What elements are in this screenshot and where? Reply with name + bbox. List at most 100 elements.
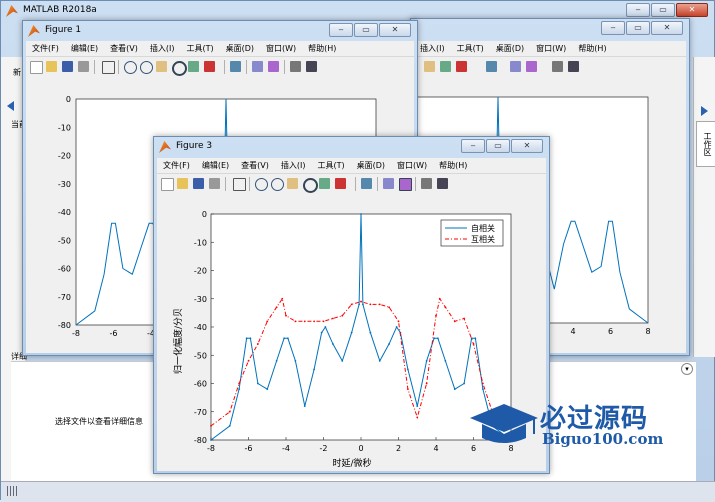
fig1-menu-file[interactable]: 文件(F) [26,41,65,56]
fig1-colorbar-icon[interactable] [252,61,263,72]
maximize-button[interactable]: ▭ [651,3,675,17]
fig2-hide-icon[interactable] [552,61,563,72]
data-point-crosscorr [369,303,372,306]
main-title: MATLAB R2018a [23,5,97,15]
graduation-cap-icon [470,404,538,443]
minimize-button[interactable]: ‒ [626,3,650,17]
fig3-save-icon[interactable] [193,178,204,189]
fig2-menu-insert[interactable]: 插入(I) [414,41,451,56]
fig1-close-button[interactable]: ✕ [379,23,411,37]
data-point-crosscorr [378,303,381,306]
fig3-menu-view[interactable]: 查看(V) [235,158,275,173]
fig2-pan-icon[interactable] [424,61,435,72]
fig2-legend-icon[interactable] [526,61,537,72]
details-collapse-icon[interactable]: ▾ [681,363,693,375]
fig3-menu-file[interactable]: 文件(F) [157,158,196,173]
fig1-hide-icon[interactable] [290,61,301,72]
fig2-menu-help[interactable]: 帮助(H) [572,41,612,56]
data-point-autocorr [266,388,269,391]
data-point-autocorr [324,326,327,328]
fig1-open-icon[interactable] [46,61,57,72]
forward-arrow-icon[interactable] [701,106,708,116]
fig2-colorbar-icon[interactable] [510,61,521,72]
fig3-colorbar-icon[interactable] [383,178,394,189]
fig3-legend-icon[interactable] [399,178,412,191]
fig2-brush-icon[interactable] [456,61,467,72]
fig3-brush-icon[interactable] [335,178,346,189]
fig1-menu-window[interactable]: 窗口(W) [260,41,302,56]
fig2-menu-tools[interactable]: 工具(T) [451,41,490,56]
matlab-logo-icon [6,5,18,17]
fig3-link-icon[interactable] [361,178,372,189]
fig3-menu-edit[interactable]: 编辑(E) [196,158,235,173]
fig1-menu-desktop[interactable]: 桌面(D) [220,41,260,56]
fig3-menu-help[interactable]: 帮助(H) [433,158,473,173]
data-point-autocorr [303,405,306,407]
fig3-menu-window[interactable]: 窗口(W) [391,158,433,173]
data-point-crosscorr [444,306,447,309]
close-button[interactable]: ✕ [676,3,708,17]
fig1-pan-icon[interactable] [156,61,167,72]
data-point-autocorr [320,331,323,334]
fig1-y-tick-label: -30 [58,180,71,189]
fig1-link-icon[interactable] [230,61,241,72]
fig3-hide-icon[interactable] [421,178,432,189]
fig3-close-button[interactable]: ✕ [511,139,543,153]
fig3-zoom-out-icon[interactable] [271,178,284,191]
fig1-zoom-out-icon[interactable] [140,61,153,74]
data-point-crosscorr [256,343,259,345]
fig2-link-icon[interactable] [486,61,497,72]
fig1-legend-icon[interactable] [268,61,279,72]
fig3-rotate-icon[interactable] [303,178,318,193]
fig3-menu-insert[interactable]: 插入(I) [275,158,312,173]
fig2-close-button[interactable]: ✕ [651,21,683,35]
fig1-save-icon[interactable] [62,61,73,72]
fig3-new-icon[interactable] [161,178,174,191]
fig1-maximize-button[interactable]: ▭ [354,23,378,37]
fig1-menu-help[interactable]: 帮助(H) [302,41,342,56]
data-point-crosscorr [281,297,284,300]
fig1-zoom-in-icon[interactable] [124,61,137,74]
fig1-rotate-icon[interactable] [172,61,187,76]
fig3-pan-icon[interactable] [287,178,298,189]
fig1-menu-tools[interactable]: 工具(T) [180,41,219,56]
fig1-menu-edit[interactable]: 编辑(E) [65,41,104,56]
fig1-new-icon[interactable] [30,61,43,74]
fig1-menu-insert[interactable]: 插入(I) [144,41,181,56]
fig3-print-icon[interactable] [209,178,220,189]
x-tick-label: -6 [245,444,253,453]
fig2-maximize-button[interactable]: ▭ [626,21,650,35]
workspace-tab[interactable]: 工作区 [696,121,715,167]
fig2-minimize-button[interactable]: ‒ [601,21,625,35]
fig3-menu-desktop[interactable]: 桌面(D) [351,158,391,173]
data-point-crosscorr [275,306,278,309]
fig3-datatip-icon[interactable] [319,178,330,189]
fig3-show-icon[interactable] [437,178,448,189]
fig1-pointer-icon[interactable] [102,61,115,74]
x-tick-label: -8 [207,444,215,453]
figure3-menubar: 文件(F) 编辑(E) 查看(V) 插入(I) 工具(T) 桌面(D) 窗口(W… [157,158,546,173]
fig2-menu-window[interactable]: 窗口(W) [530,41,572,56]
fig1-menu-view[interactable]: 查看(V) [104,41,144,56]
fig1-show-icon[interactable] [306,61,317,72]
fig2-menu-desktop[interactable]: 桌面(D) [490,41,530,56]
fig3-minimize-button[interactable]: ‒ [461,139,485,153]
fig1-print-icon[interactable] [78,61,89,72]
fig3-pointer-icon[interactable] [233,178,246,191]
y-tick-label: -30 [194,295,207,304]
x-tick-label: 2 [396,444,401,453]
data-point-crosscorr [388,306,391,309]
fig2-show-icon[interactable] [568,61,579,72]
y-tick-label: 0 [202,210,207,219]
fig3-maximize-button[interactable]: ▭ [486,139,510,153]
back-arrow-icon[interactable] [7,101,14,111]
fig2-datatip-icon[interactable] [440,61,451,72]
fig3-menu-tools[interactable]: 工具(T) [311,158,350,173]
fig3-open-icon[interactable] [177,178,188,189]
fig1-minimize-button[interactable]: ‒ [329,23,353,37]
fig1-brush-icon[interactable] [204,61,215,72]
figure2-menubar: 插入(I) 工具(T) 桌面(D) 窗口(W) 帮助(H) [414,41,686,56]
fig1-datatip-icon[interactable] [188,61,199,72]
fig3-zoom-in-icon[interactable] [255,178,268,191]
status-bar [1,481,715,502]
